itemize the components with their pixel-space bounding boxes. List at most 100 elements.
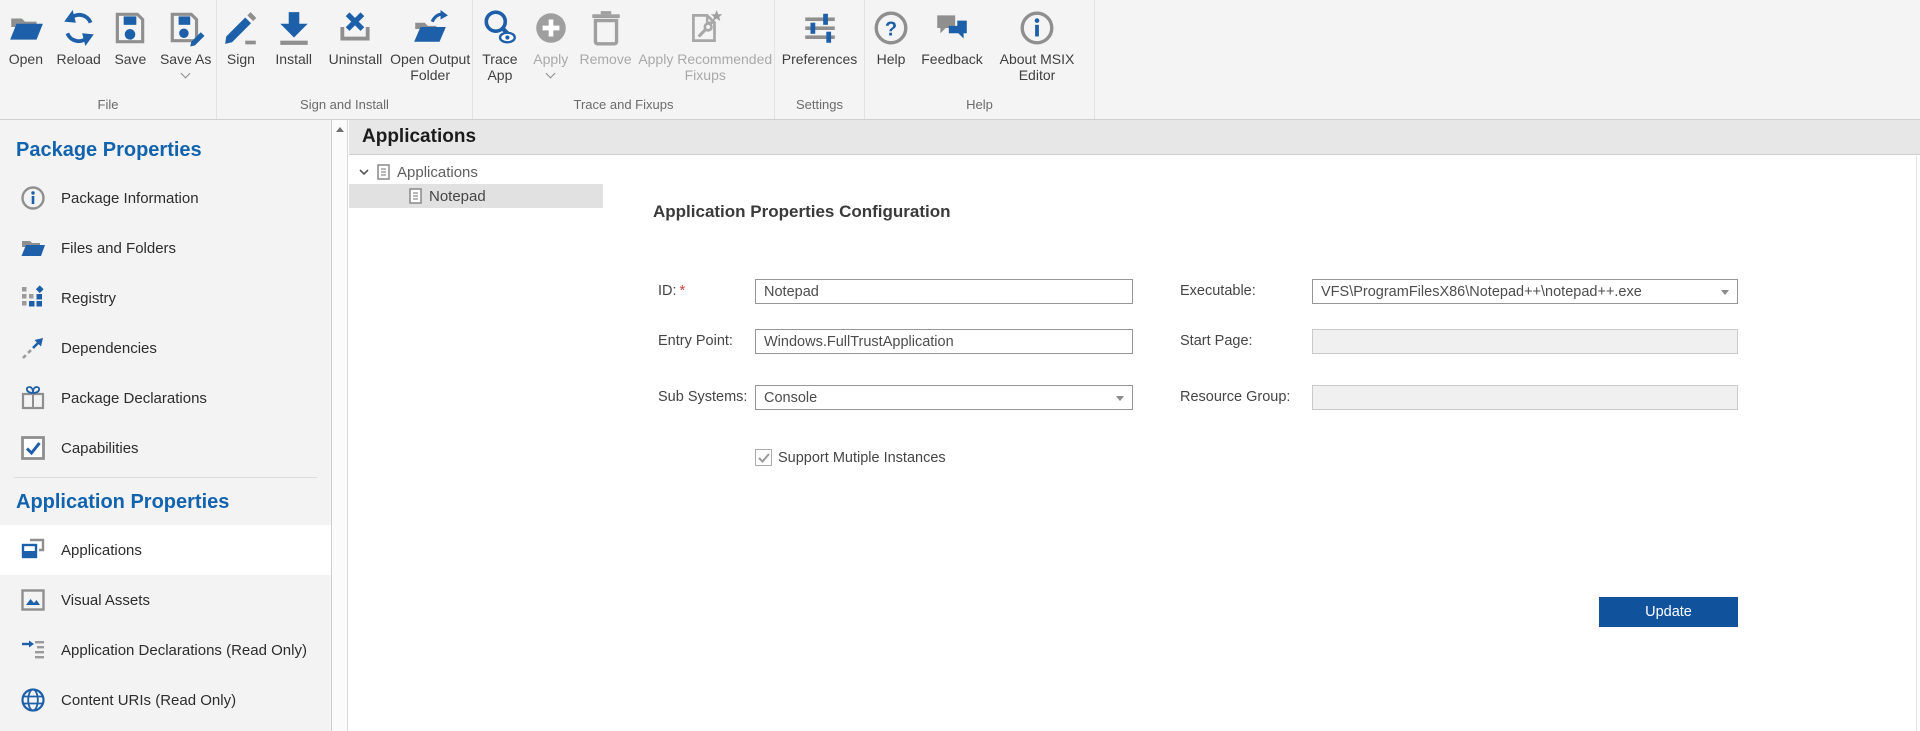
- ribbon-group-sign-and-install: Sign Install Uninstall Open Output Folde…: [217, 0, 473, 119]
- tree-node-applications[interactable]: Applications: [349, 160, 603, 184]
- open-output-folder-button[interactable]: Open Output Folder: [388, 5, 472, 97]
- navigation-sidebar: Package Properties Package Information F…: [0, 120, 331, 731]
- form-heading: Application Properties Configuration: [653, 202, 951, 222]
- checkbox-box: [755, 449, 772, 466]
- reload-button[interactable]: Reload: [52, 5, 106, 97]
- ribbon-group-file: Open Reload Save Save As: [0, 0, 217, 119]
- info-circle-icon: [20, 185, 46, 211]
- button-label: About MSIX Editor: [987, 51, 1087, 83]
- save-button[interactable]: Save: [106, 5, 156, 97]
- id-input[interactable]: [755, 279, 1133, 304]
- sidebar-item-files-and-folders[interactable]: Files and Folders: [0, 223, 331, 273]
- apply-plus-icon: [532, 5, 570, 51]
- resource-group-label: Resource Group:: [1180, 385, 1290, 410]
- sidebar-item-label: Dependencies: [61, 340, 157, 357]
- uninstall-button[interactable]: Uninstall: [323, 5, 389, 97]
- sign-pencil-icon: [222, 5, 260, 51]
- sidebar-item-label: Capabilities: [61, 440, 139, 457]
- executable-value: VFS\ProgramFilesX86\Notepad++\notepad++.…: [1321, 284, 1642, 300]
- update-button[interactable]: Update: [1599, 597, 1738, 627]
- sidebar-item-label: Applications: [61, 542, 142, 559]
- applications-tree: Applications Notepad: [349, 160, 603, 208]
- button-label: Install: [275, 51, 312, 67]
- button-label: Remove: [580, 51, 632, 67]
- apply-button: Apply: [527, 5, 575, 97]
- help-question-icon: ?: [872, 5, 910, 51]
- sidebar-item-label: Package Information: [61, 190, 199, 207]
- sidebar-item-label: Registry: [61, 290, 116, 307]
- tree-node-notepad[interactable]: Notepad: [349, 184, 603, 208]
- sidebar-item-applications[interactable]: Applications: [0, 525, 331, 575]
- sidebar-item-application-declarations[interactable]: Application Declarations (Read Only): [0, 625, 331, 675]
- ribbon-buttons-file: Open Reload Save Save As: [0, 0, 216, 97]
- support-multiple-instances-checkbox[interactable]: Support Mutiple Instances: [755, 449, 946, 466]
- trace-app-magnifier-icon: [481, 5, 519, 51]
- button-label: Help: [877, 51, 906, 67]
- sidebar-item-visual-assets[interactable]: Visual Assets: [0, 575, 331, 625]
- save-as-icon: [167, 5, 205, 51]
- help-button[interactable]: ? Help: [865, 5, 917, 97]
- sidebar-item-package-information[interactable]: Package Information: [0, 173, 331, 223]
- sidebar-item-dependencies[interactable]: Dependencies: [0, 323, 331, 373]
- ribbon-toolbar: Open Reload Save Save As: [0, 0, 1920, 120]
- sidebar-item-label: Package Declarations: [61, 390, 207, 407]
- button-label: Apply Recommended Fixups: [636, 51, 774, 83]
- ribbon-buttons-sign-install: Sign Install Uninstall Open Output Folde…: [217, 0, 472, 97]
- sidebar-item-content-uris[interactable]: Content URIs (Read Only): [0, 675, 331, 725]
- feedback-bubbles-icon: [933, 5, 971, 51]
- reload-icon: [60, 5, 98, 51]
- ribbon-group-label: Sign and Install: [217, 97, 472, 119]
- ribbon-group-help: ? Help Feedback About MSIX Editor Help: [865, 0, 1095, 119]
- entry-point-label: Entry Point:: [658, 329, 733, 354]
- sidebar-item-package-declarations[interactable]: Package Declarations: [0, 373, 331, 423]
- button-label: Apply: [533, 51, 568, 67]
- preferences-button[interactable]: Preferences: [775, 5, 864, 97]
- ribbon-group-label: File: [0, 97, 216, 119]
- install-button[interactable]: Install: [265, 5, 323, 97]
- sub-systems-dropdown[interactable]: Console: [755, 385, 1133, 410]
- button-label: Open Output Folder: [388, 51, 472, 83]
- entry-point-input[interactable]: [755, 329, 1133, 354]
- about-info-icon: [1018, 5, 1056, 51]
- trace-app-button[interactable]: Trace App: [473, 5, 527, 97]
- main-content: Applications Notepad Application Propert…: [349, 156, 1920, 731]
- feedback-button[interactable]: Feedback: [917, 5, 987, 97]
- document-icon: [376, 164, 391, 180]
- checkbox-check-icon: [20, 435, 46, 461]
- fixups-document-wrench-icon: [686, 5, 724, 51]
- trash-icon: [587, 5, 625, 51]
- install-arrow-icon: [275, 5, 313, 51]
- executable-label: Executable:: [1180, 279, 1256, 304]
- sidebar-section-title-application-properties: Application Properties: [0, 478, 331, 525]
- open-output-folder-icon: [411, 5, 449, 51]
- apply-recommended-fixups-button: Apply Recommended Fixups: [636, 5, 774, 97]
- sidebar-item-registry[interactable]: Registry: [0, 273, 331, 323]
- button-label: Preferences: [782, 51, 857, 67]
- sidebar-item-label: Files and Folders: [61, 240, 176, 257]
- ribbon-group-settings: Preferences Settings: [775, 0, 865, 119]
- id-label: ID:*: [658, 279, 685, 304]
- scrollbar-up-button[interactable]: [332, 120, 347, 139]
- sidebar-scrollbar[interactable]: [331, 120, 348, 731]
- scroll-up-arrow-icon: [336, 127, 344, 132]
- executable-dropdown[interactable]: VFS\ProgramFilesX86\Notepad++\notepad++.…: [1312, 279, 1738, 304]
- button-label: Uninstall: [329, 51, 383, 67]
- sign-button[interactable]: Sign: [217, 5, 265, 97]
- ribbon-buttons-trace-fixups: Trace App Apply Remove Apply Recommend: [473, 0, 774, 97]
- button-label: Save: [114, 51, 146, 67]
- sidebar-item-capabilities[interactable]: Capabilities: [0, 423, 331, 473]
- dependencies-arrow-icon: [20, 335, 46, 361]
- gift-box-icon: [20, 385, 46, 411]
- save-as-button[interactable]: Save As: [155, 5, 216, 97]
- open-button[interactable]: Open: [0, 5, 52, 97]
- sidebar-item-label: Application Declarations (Read Only): [61, 642, 307, 659]
- open-folder-icon: [7, 5, 45, 51]
- about-msix-editor-button[interactable]: About MSIX Editor: [987, 5, 1087, 97]
- window-right-edge: [1916, 156, 1917, 731]
- chevron-down-icon: [1116, 396, 1124, 401]
- ribbon-group-label: Help: [865, 97, 1094, 119]
- tree-node-label: Applications: [397, 164, 478, 181]
- ribbon-group-label: Trace and Fixups: [473, 97, 774, 119]
- chevron-down-icon[interactable]: [358, 166, 370, 178]
- document-icon: [408, 188, 423, 204]
